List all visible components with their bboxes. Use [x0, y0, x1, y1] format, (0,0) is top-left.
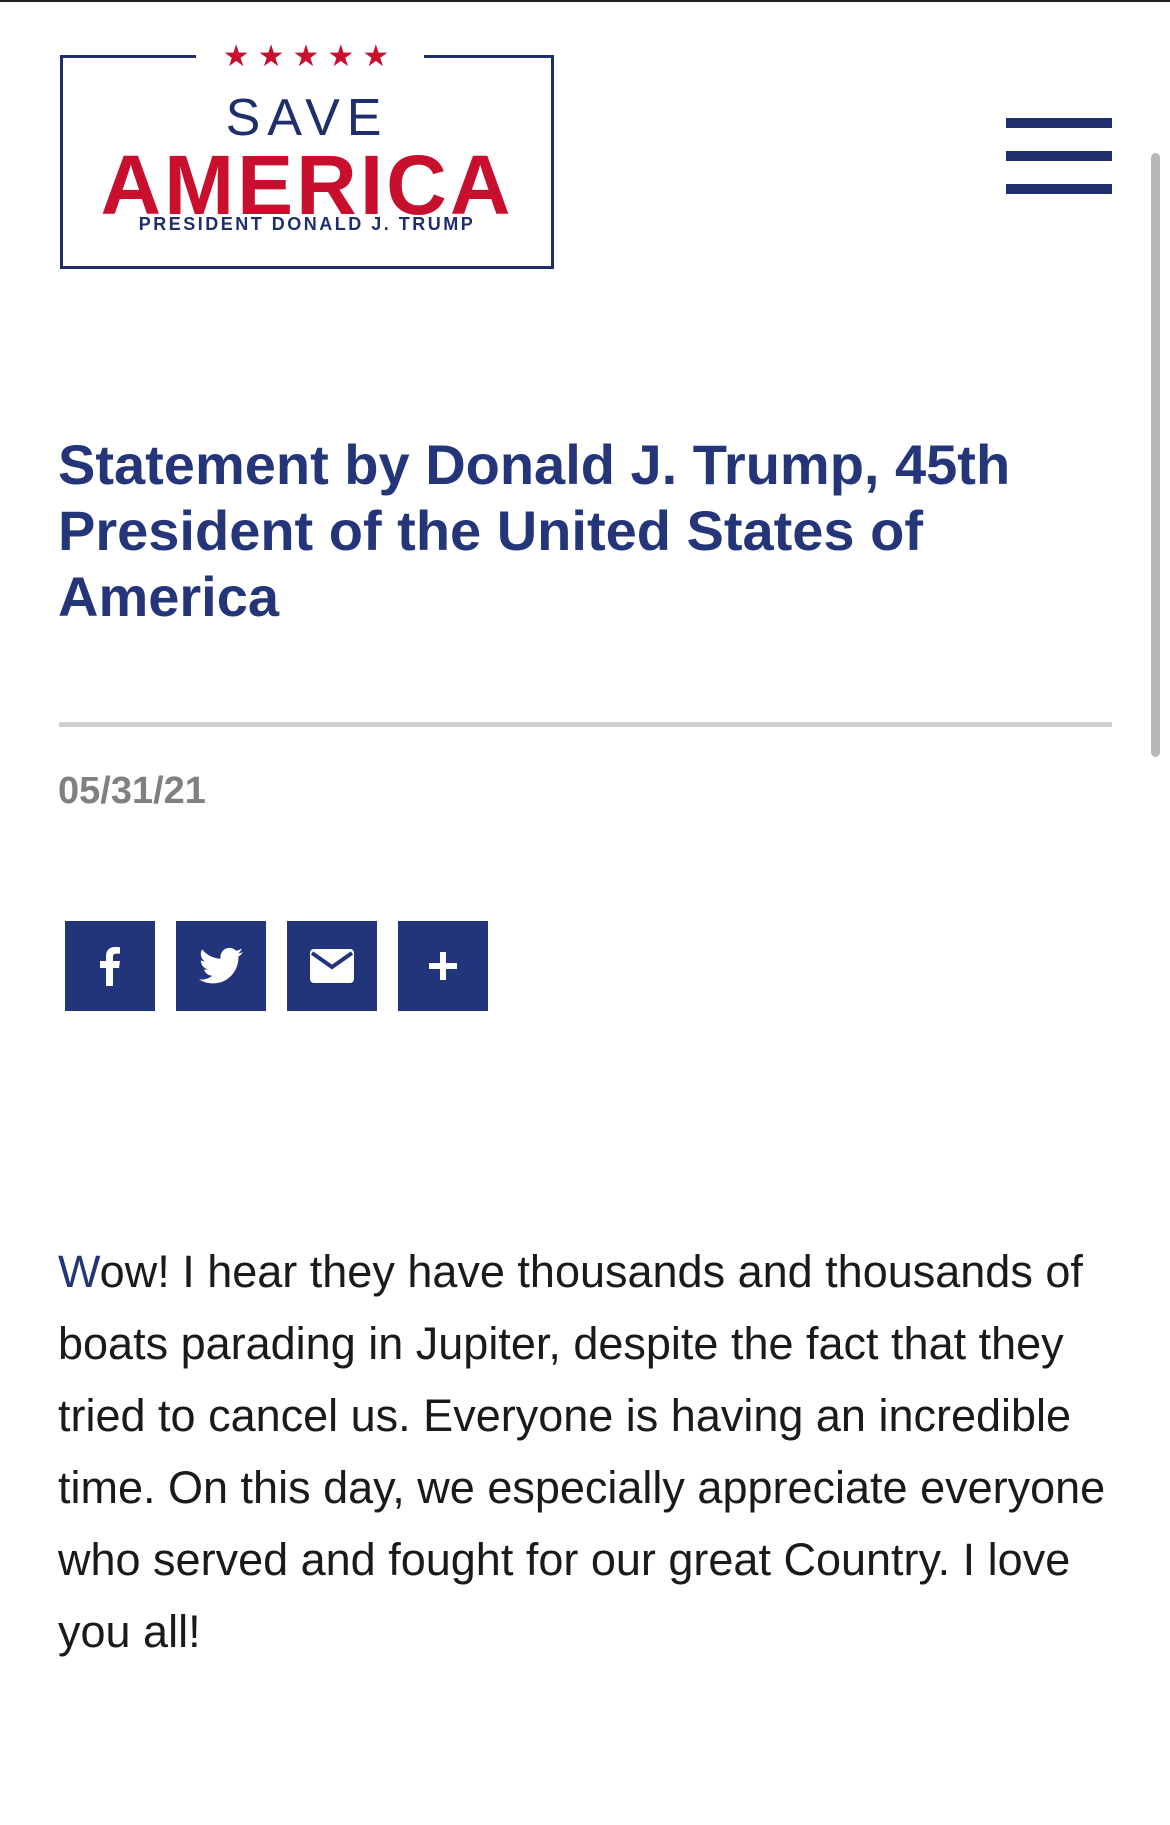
scrollbar[interactable]	[1151, 153, 1160, 757]
article-body-text: ow! I hear they have thousands and thous…	[58, 1246, 1106, 1657]
divider	[59, 722, 1112, 727]
share-facebook-button[interactable]	[65, 921, 155, 1011]
share-more-button[interactable]	[398, 921, 488, 1011]
top-border	[0, 0, 1170, 2]
facebook-icon	[100, 947, 120, 986]
menu-bar	[1006, 118, 1112, 128]
menu-bar	[1006, 184, 1112, 194]
email-icon	[310, 949, 354, 983]
article-date: 05/31/21	[58, 770, 206, 812]
page: ★★★★★ SAVE AMERICA PRESIDENT DONALD J. T…	[0, 0, 1170, 1825]
logo-subtitle: PRESIDENT DONALD J. TRUMP	[138, 214, 476, 234]
share-twitter-button[interactable]	[176, 921, 266, 1011]
article-title: Statement by Donald J. Trump, 45th Presi…	[58, 433, 1011, 628]
article-body: Wow! I hear they have thousands and thou…	[58, 1236, 1128, 1668]
drop-cap: W	[58, 1246, 100, 1297]
hamburger-menu-icon[interactable]	[1006, 118, 1112, 194]
share-email-button[interactable]	[287, 921, 377, 1011]
plus-icon	[429, 952, 457, 980]
twitter-icon	[199, 947, 243, 984]
menu-bar	[1006, 151, 1112, 161]
logo-stars: ★★★★★	[196, 36, 424, 76]
save-america-logo[interactable]: ★★★★★ SAVE AMERICA PRESIDENT DONALD J. T…	[60, 36, 554, 269]
